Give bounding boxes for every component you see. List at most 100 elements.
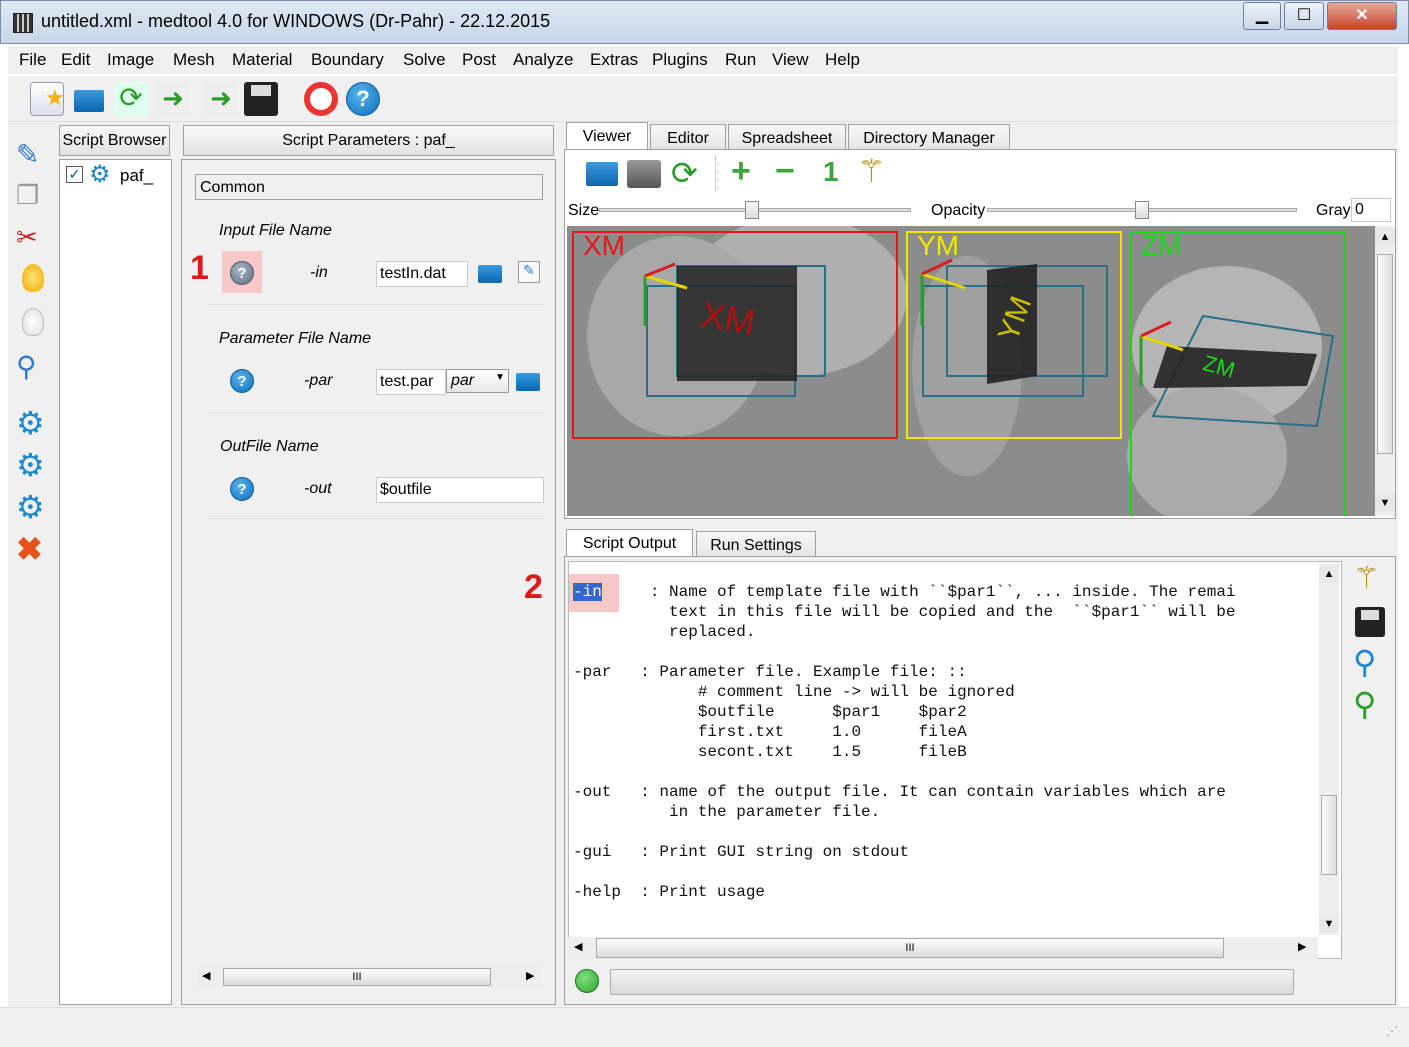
tab-directory-manager[interactable]: Directory Manager [848,124,1010,152]
parameter-browse-folder-icon[interactable] [516,373,540,391]
gear-clipboard-icon[interactable]: ⚙ [16,490,50,524]
common-section-header[interactable]: Common [195,174,543,200]
outfile-help-icon[interactable]: ? [230,477,254,501]
script-browser-panel: ✓ ⚙ paf_ [59,159,172,1005]
tab-run-settings[interactable]: Run Settings [696,531,816,559]
input-help-icon[interactable]: ? [230,261,254,285]
tab-editor[interactable]: Editor [650,124,726,152]
menu-mesh[interactable]: Mesh [173,50,215,70]
scroll-down-icon[interactable]: ▼ [1319,915,1339,933]
menu-image[interactable]: Image [107,50,154,70]
scroll-right-icon[interactable]: ▶ [526,969,534,982]
resize-grip-icon[interactable]: ⋰ [1386,1024,1398,1038]
menu-edit[interactable]: Edit [61,50,90,70]
menu-file[interactable]: File [19,50,46,70]
zoom-out-minus-icon[interactable]: − [775,152,795,191]
menu-plugins[interactable]: Plugins [652,50,708,70]
input-browse-folder-icon[interactable] [478,265,502,283]
gears-icon[interactable]: ⚙ [16,448,50,482]
import-icon[interactable]: ➜ [156,82,190,116]
output-vertical-scrollbar[interactable]: ▲ ▼ [1319,563,1339,935]
maximize-button[interactable]: ☐ [1284,2,1324,30]
close-button[interactable]: ✕ [1327,2,1397,30]
script-browser-header[interactable]: Script Browser [59,125,170,156]
params-scroll-thumb[interactable]: III [223,968,491,986]
new-file-icon[interactable]: ★ [30,82,65,116]
parameter-ext-select[interactable]: par ▼ [446,369,509,393]
zm-view-label: ZM [1141,230,1182,261]
menu-material[interactable]: Material [232,50,292,70]
output-horizontal-scrollbar[interactable]: ◀ III ▶ [568,937,1318,959]
zoom-reset-button[interactable]: 1 [823,156,839,188]
scroll-left-icon[interactable]: ◀ [202,969,210,982]
tab-script-output[interactable]: Script Output [566,529,693,557]
copy-icon[interactable]: ❐ [16,180,50,214]
delete-icon[interactable]: ✖ [16,532,50,566]
viewer-open-folder-icon[interactable] [586,162,618,186]
gray-input[interactable]: 0 [1351,198,1391,222]
menu-extras[interactable]: Extras [590,50,638,70]
output-scroll-thumb[interactable] [1321,795,1337,875]
script-parameters-header[interactable]: Script Parameters : paf_ [183,125,554,156]
save-icon[interactable] [244,82,278,116]
output-magic-wand-icon[interactable]: ⚚ [1353,561,1380,596]
output-hscroll-thumb[interactable]: III [596,938,1224,958]
scroll-up-icon[interactable]: ▲ [1319,565,1339,583]
minimize-button[interactable]: ▁ [1243,2,1281,30]
scissors-icon[interactable]: ✂ [16,222,50,256]
script-item-label[interactable]: paf_ [120,166,153,186]
menu-analyze[interactable]: Analyze [513,50,573,70]
size-slider[interactable] [599,201,911,219]
edit-file-icon[interactable]: ✎ [518,261,540,283]
scroll-up-icon[interactable]: ▲ [1375,228,1395,246]
lifebuoy-help-icon[interactable] [304,82,338,116]
viewer-scroll-thumb[interactable] [1377,254,1393,454]
script-checkbox[interactable]: ✓ [66,166,83,183]
search-edit-icon[interactable]: ⚲ [16,350,50,384]
scroll-down-icon[interactable]: ▼ [1375,494,1395,512]
script-parameters-panel: Common Input File Name ? -in testIn.dat … [181,159,556,1005]
menu-post[interactable]: Post [462,50,496,70]
parameter-flag: -par [304,372,333,389]
pencil-icon[interactable]: ✎ [16,138,50,172]
lightbulb-off-icon[interactable] [22,308,44,336]
magic-wand-icon[interactable]: ⚚ [857,152,886,190]
menu-view[interactable]: View [772,50,809,70]
reload-icon[interactable]: ⟳ [114,82,148,116]
main-toolbar: ★ ⟳ ➜ ➜ ? [8,76,1398,122]
tab-viewer[interactable]: Viewer [566,122,648,150]
menu-solve[interactable]: Solve [403,50,446,70]
parameter-help-icon[interactable]: ? [230,369,254,393]
scroll-left-icon[interactable]: ◀ [574,940,582,953]
opacity-slider[interactable] [987,201,1297,219]
help-icon[interactable]: ? [346,82,380,116]
zoom-in-plus-icon[interactable]: + [731,152,751,191]
outfile-field[interactable]: $outfile [376,477,544,503]
viewer-refresh-icon[interactable]: ⟳ [671,154,698,192]
tab-spreadsheet[interactable]: Spreadsheet [728,124,846,152]
parameter-file-field[interactable]: test.par [376,369,446,395]
viewer-printer-icon[interactable] [627,160,661,188]
size-slider-thumb[interactable] [745,201,759,219]
xm-slice-text: XM [697,293,759,344]
scroll-right-icon[interactable]: ▶ [1298,940,1306,953]
viewer-canvas[interactable]: XM XM YM YM ZM ZM [567,226,1375,516]
output-save-icon[interactable] [1355,607,1385,637]
input-file-field[interactable]: testIn.dat [376,261,468,287]
menu-run[interactable]: Run [725,50,756,70]
annotation-1: 1 [190,249,209,287]
parameter-ext-value: par [451,372,475,389]
menu-boundary[interactable]: Boundary [311,50,384,70]
opacity-slider-thumb[interactable] [1135,201,1149,219]
export-icon[interactable]: ➜ [204,82,238,116]
left-tool-strip: ✎ ❐ ✂ ⚲ ⚙ ⚙ ⚙ ✖ [8,122,58,1002]
output-search-icon[interactable]: ⚲ [1353,643,1376,681]
menu-help[interactable]: Help [825,50,860,70]
script-output-text[interactable]: -in : Name of template file with ``$par1… [568,561,1342,959]
params-horizontal-scrollbar[interactable]: ◀ III ▶ [198,966,542,988]
viewer-vertical-scrollbar[interactable]: ▲ ▼ [1375,226,1395,516]
lightbulb-on-icon[interactable] [22,264,44,292]
output-zoom-icon[interactable]: ⚲ [1353,685,1376,723]
open-folder-icon[interactable] [72,82,106,116]
gear-icon[interactable]: ⚙ [16,406,50,440]
